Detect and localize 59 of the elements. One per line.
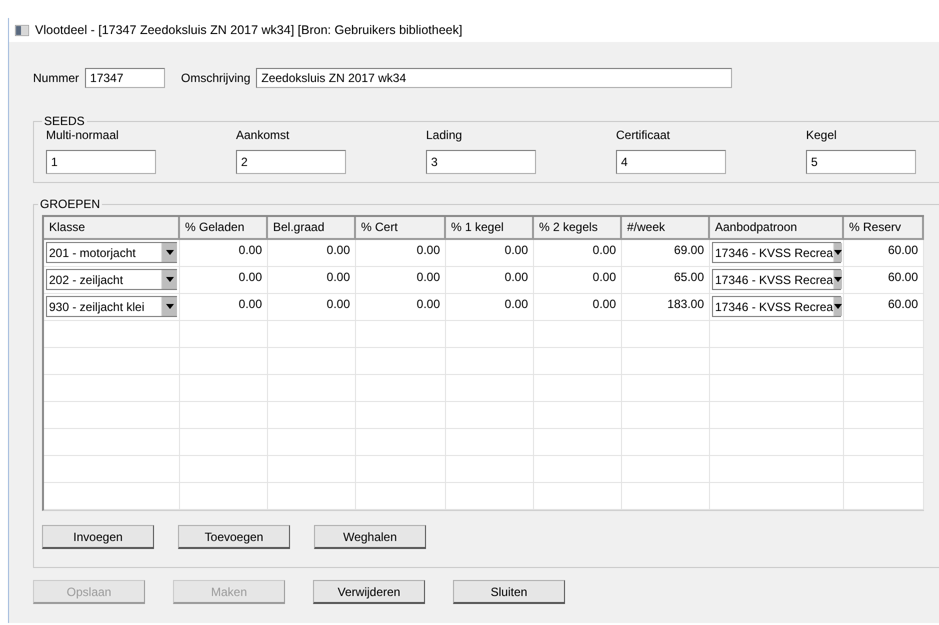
table-cell: 0.00 (356, 294, 446, 321)
table-cell: 0.00 (180, 240, 268, 267)
column-header[interactable]: Aanbodpatroon (710, 217, 844, 240)
column-header[interactable]: Klasse (44, 217, 180, 240)
table-cell: 0.00 (356, 240, 446, 267)
input-field[interactable]: 17347 (85, 68, 166, 88)
column-header[interactable]: % Reserv (844, 217, 924, 240)
table-cell: 0.00 (180, 294, 268, 321)
column-header[interactable]: % Geladen (180, 217, 268, 240)
dialog-button[interactable]: Verwijderen (313, 580, 425, 604)
table-cell: 65.00 (622, 267, 710, 294)
table-cell: 0.00 (268, 240, 356, 267)
field-label: Nummer (33, 71, 80, 85)
input-field[interactable]: Zeedoksluis ZN 2017 wk34 (256, 68, 732, 88)
input-field[interactable]: 3 (426, 150, 536, 174)
dropdown[interactable]: 17346 - KVSS Recrea (712, 296, 841, 317)
input-field[interactable]: 1 (46, 150, 156, 174)
column-header[interactable]: #/week (622, 217, 710, 240)
table-cell: 0.00 (534, 240, 622, 267)
column-header[interactable]: % 1 kegel (446, 217, 534, 240)
group-title: SEEDS (43, 114, 86, 128)
table-cell: 0.00 (446, 267, 534, 294)
table-cell: 0.00 (268, 267, 356, 294)
dropdown[interactable]: 930 - zeiljacht klei (46, 296, 177, 317)
dropdown[interactable]: 17346 - KVSS Recrea (712, 269, 841, 290)
field-label: Multi-normaal (46, 128, 120, 142)
field-label: Lading (426, 128, 464, 142)
table-cell: 0.00 (446, 294, 534, 321)
input-field[interactable]: 4 (616, 150, 726, 174)
input-field[interactable]: 2 (236, 150, 346, 174)
table-cell: 183.00 (622, 294, 710, 321)
table-cell: 69.00 (622, 240, 710, 267)
group-title: GROEPEN (39, 197, 102, 211)
dialog-button[interactable]: Weghalen (314, 525, 426, 549)
window-title: Vlootdeel - [17347 Zeedoksluis ZN 2017 wk34] [Bron: Gebruikers bibliotheek] (35, 23, 462, 37)
table-cell: 60.00 (844, 240, 924, 267)
dialog-button[interactable]: Sluiten (453, 580, 565, 604)
dialog-button[interactable]: Toevoegen (178, 525, 290, 549)
dropdown[interactable]: 201 - motorjacht (46, 242, 177, 263)
field-label: Aankomst (236, 128, 290, 142)
table-cell: 60.00 (844, 267, 924, 294)
table-cell: 0.00 (534, 267, 622, 294)
table-cell: 0.00 (180, 267, 268, 294)
field-label: Kegel (806, 128, 838, 142)
column-header[interactable]: % Cert (356, 217, 446, 240)
table-cell: 0.00 (356, 267, 446, 294)
table-cell: 0.00 (268, 294, 356, 321)
dropdown[interactable]: 202 - zeiljacht (46, 269, 177, 290)
column-header[interactable]: Bel.graad (268, 217, 356, 240)
app-icon (15, 24, 29, 36)
input-field[interactable]: 5 (806, 150, 916, 174)
field-label: Omschrijving (181, 71, 250, 85)
table-cell: 0.00 (534, 294, 622, 321)
table-cell: 60.00 (844, 294, 924, 321)
column-header[interactable]: % 2 kegels (534, 217, 622, 240)
dialog-button[interactable]: Invoegen (42, 525, 154, 549)
dropdown[interactable]: 17346 - KVSS Recrea (712, 242, 841, 263)
table-cell: 0.00 (446, 240, 534, 267)
field-label: Certificaat (616, 128, 672, 142)
